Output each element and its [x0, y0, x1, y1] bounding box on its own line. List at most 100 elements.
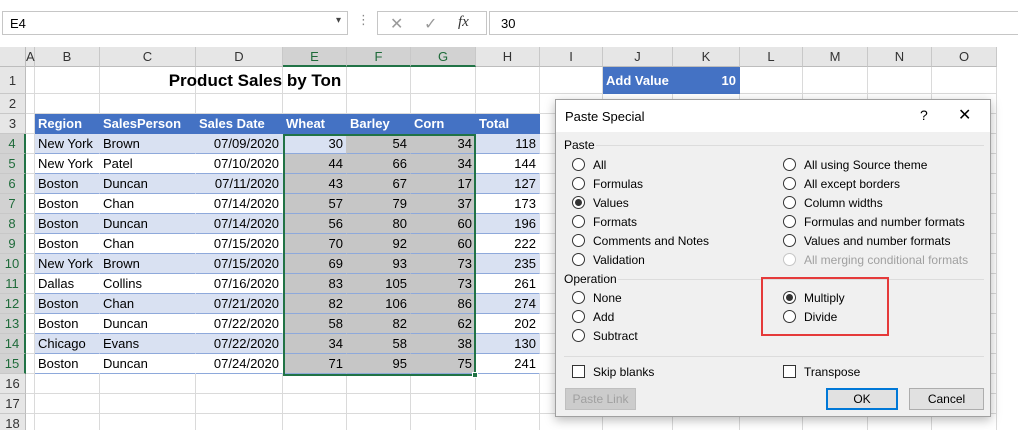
row-header-2[interactable]: 2 [0, 94, 26, 114]
table-cell[interactable]: 235 [476, 254, 540, 274]
table-cell[interactable]: New York [35, 254, 100, 274]
table-cell[interactable]: Patel [100, 154, 196, 174]
cell[interactable] [100, 394, 196, 414]
table-cell[interactable]: 56 [283, 214, 347, 234]
table-cell[interactable]: 69 [283, 254, 347, 274]
cell[interactable] [100, 94, 196, 114]
column-header-b[interactable]: B [35, 47, 100, 67]
table-cell[interactable]: 261 [476, 274, 540, 294]
table-cell[interactable]: 82 [283, 294, 347, 314]
table-cell[interactable]: 71 [283, 354, 347, 374]
cancel-button[interactable]: Cancel [909, 388, 984, 410]
table-cell[interactable]: 274 [476, 294, 540, 314]
cell[interactable] [26, 214, 35, 234]
cell[interactable] [347, 394, 411, 414]
ok-button[interactable]: OK [826, 388, 898, 410]
cell[interactable] [196, 414, 283, 430]
table-cell[interactable]: 95 [347, 354, 411, 374]
cell[interactable] [26, 314, 35, 334]
table-cell[interactable]: 07/14/2020 [196, 194, 283, 214]
enter-icon[interactable]: ✓ [424, 14, 437, 34]
table-cell[interactable]: 173 [476, 194, 540, 214]
table-cell[interactable]: Boston [35, 314, 100, 334]
table-cell[interactable]: 07/22/2020 [196, 334, 283, 354]
table-cell[interactable]: 83 [283, 274, 347, 294]
table-cell[interactable]: 34 [283, 334, 347, 354]
column-header-l[interactable]: L [740, 47, 803, 67]
table-cell[interactable]: Boston [35, 234, 100, 254]
cell[interactable] [347, 94, 411, 114]
table-header-cell[interactable]: Region [35, 114, 100, 134]
row-header-9[interactable]: 9 [0, 234, 26, 254]
cell[interactable] [26, 294, 35, 314]
row-header-18[interactable]: 18 [0, 414, 26, 430]
fill-handle[interactable] [472, 372, 478, 378]
close-icon[interactable]: ✕ [958, 105, 971, 125]
select-all-corner[interactable] [0, 47, 26, 67]
table-cell[interactable]: Duncan [100, 174, 196, 194]
cell[interactable] [283, 394, 347, 414]
table-cell[interactable]: 60 [411, 234, 476, 254]
radio-button[interactable] [783, 158, 796, 171]
table-cell[interactable]: 57 [283, 194, 347, 214]
radio-button[interactable] [572, 291, 585, 304]
column-header-e[interactable]: E [283, 47, 347, 67]
table-cell[interactable]: 07/09/2020 [196, 134, 283, 154]
cell[interactable] [803, 67, 868, 94]
row-header-12[interactable]: 12 [0, 294, 26, 314]
cell[interactable] [26, 67, 35, 94]
cell[interactable] [540, 67, 603, 94]
row-header-6[interactable]: 6 [0, 174, 26, 194]
table-cell[interactable]: 17 [411, 174, 476, 194]
cell[interactable] [26, 194, 35, 214]
cell[interactable] [26, 94, 35, 114]
table-cell[interactable]: 30 [283, 134, 347, 154]
table-cell[interactable]: Boston [35, 194, 100, 214]
table-cell[interactable]: 92 [347, 234, 411, 254]
radio-button[interactable] [572, 253, 585, 266]
table-cell[interactable]: Chan [100, 234, 196, 254]
row-header-17[interactable]: 17 [0, 394, 26, 414]
row-header-5[interactable]: 5 [0, 154, 26, 174]
table-cell[interactable]: 130 [476, 334, 540, 354]
radio-button[interactable] [783, 196, 796, 209]
column-header-o[interactable]: O [932, 47, 997, 67]
cell[interactable] [26, 274, 35, 294]
cell[interactable] [35, 374, 100, 394]
formula-input[interactable]: 30 [489, 11, 1018, 35]
cell[interactable] [26, 254, 35, 274]
cell[interactable] [347, 374, 411, 394]
table-header-cell[interactable]: Sales Date [196, 114, 283, 134]
cell[interactable] [196, 394, 283, 414]
table-cell[interactable]: 54 [347, 134, 411, 154]
name-box[interactable]: E4 ▾ [2, 11, 348, 35]
cell[interactable] [347, 414, 411, 430]
table-cell[interactable]: 222 [476, 234, 540, 254]
cell[interactable] [26, 174, 35, 194]
column-header-g[interactable]: G [411, 47, 476, 67]
table-cell[interactable]: 127 [476, 174, 540, 194]
table-cell[interactable]: Brown [100, 134, 196, 154]
cell[interactable] [26, 134, 35, 154]
table-cell[interactable]: Duncan [100, 314, 196, 334]
row-header-13[interactable]: 13 [0, 314, 26, 334]
cancel-icon[interactable]: ✕ [390, 14, 403, 34]
table-cell[interactable]: Chicago [35, 334, 100, 354]
cell[interactable] [476, 414, 540, 430]
cell[interactable] [35, 94, 100, 114]
table-cell[interactable]: New York [35, 154, 100, 174]
table-cell[interactable]: Chan [100, 194, 196, 214]
cell[interactable] [26, 334, 35, 354]
add-value-label[interactable]: Add Value [603, 67, 673, 94]
cell[interactable] [283, 374, 347, 394]
column-header-c[interactable]: C [100, 47, 196, 67]
table-cell[interactable]: 44 [283, 154, 347, 174]
cell[interactable] [26, 374, 35, 394]
table-cell[interactable]: 38 [411, 334, 476, 354]
cell[interactable] [283, 94, 347, 114]
cell[interactable] [411, 374, 476, 394]
table-cell[interactable]: 62 [411, 314, 476, 334]
table-cell[interactable]: Boston [35, 214, 100, 234]
table-cell[interactable]: Collins [100, 274, 196, 294]
table-cell[interactable]: Brown [100, 254, 196, 274]
